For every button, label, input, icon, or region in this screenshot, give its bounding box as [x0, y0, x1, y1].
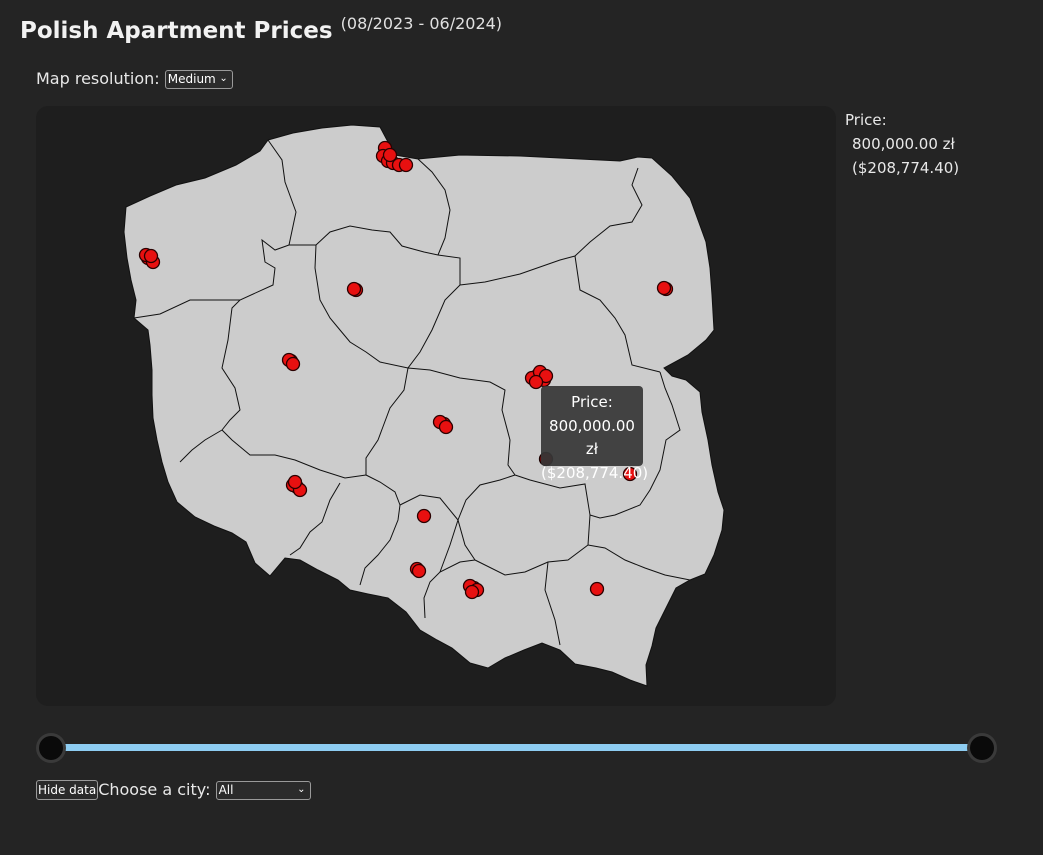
point-gdansk[interactable] [398, 157, 414, 173]
city-label: Choose a city: [98, 780, 211, 799]
bottom-controls: Hide data Choose a city: All ⌄ [36, 780, 311, 800]
hide-data-button[interactable]: Hide data [36, 780, 99, 800]
tooltip-price-pln: 800,000.00 zł [549, 416, 635, 459]
point-krakow[interactable] [464, 584, 480, 600]
slider-handle-start[interactable] [39, 736, 63, 760]
price-info-panel: Price: 800,000.00 zł ($208,774.40) [845, 108, 959, 180]
resolution-row: Map resolution: Medium ⌄ [36, 69, 233, 89]
chevron-down-icon: ⌄ [219, 73, 228, 84]
map-container[interactable] [36, 106, 836, 706]
info-label: Price: [845, 111, 887, 129]
point-warsaw[interactable] [528, 374, 544, 390]
point-bydgoszcz[interactable] [346, 281, 362, 297]
page-header: Polish Apartment Prices (08/2023 - 06/20… [20, 14, 502, 44]
info-price-usd: ($208,774.40) [852, 159, 960, 177]
price-tooltip: Price: 800,000.00 zł ($208,774.40) [541, 386, 648, 482]
point-rzeszow[interactable] [589, 581, 605, 597]
info-price-pln: 800,000.00 zł [852, 135, 955, 153]
slider-track[interactable] [51, 744, 980, 751]
chevron-down-icon: ⌄ [297, 784, 306, 795]
point-katowice[interactable] [411, 563, 427, 579]
page-title: Polish Apartment Prices [20, 18, 333, 44]
resolution-select[interactable]: Medium ⌄ [164, 70, 233, 89]
date-range-slider[interactable] [36, 734, 996, 762]
tooltip-label: Price: [571, 393, 613, 411]
point-gdansk[interactable] [382, 147, 398, 163]
resolution-label: Map resolution: [36, 69, 160, 88]
city-select[interactable]: All ⌄ [215, 781, 311, 800]
poland-map[interactable] [36, 106, 836, 706]
city-value: All [218, 783, 234, 797]
date-range: (08/2023 - 06/2024) [340, 14, 503, 33]
slider-handle-end[interactable] [970, 736, 994, 760]
resolution-value: Medium [167, 72, 216, 86]
tooltip-price-usd: ($208,774.40) [541, 463, 649, 482]
point-wroclaw[interactable] [287, 474, 303, 490]
point-czestochowa[interactable] [416, 508, 432, 524]
point-szczecin[interactable] [143, 248, 159, 264]
point-lodz[interactable] [438, 419, 454, 435]
point-poznan[interactable] [285, 356, 301, 372]
point-bialystok[interactable] [656, 280, 672, 296]
